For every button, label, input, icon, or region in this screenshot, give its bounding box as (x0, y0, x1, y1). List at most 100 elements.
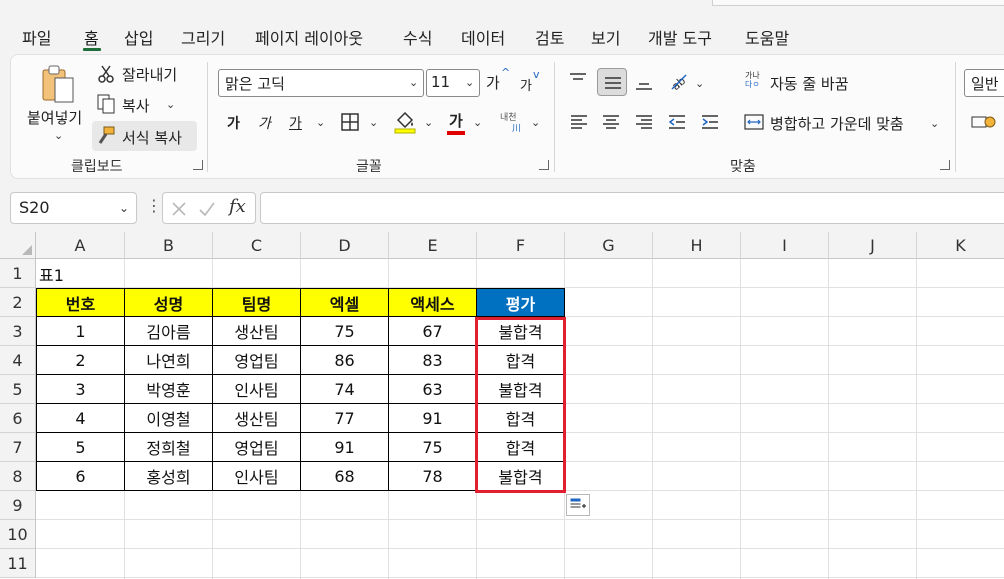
merge-dropdown-chevron-icon[interactable]: ⌄ (930, 117, 939, 130)
column-header-b[interactable]: B (125, 232, 213, 259)
tab-review[interactable]: 검토 (535, 25, 564, 49)
borders-icon[interactable] (340, 112, 360, 132)
table-cell[interactable]: 5 (36, 433, 125, 462)
row-header-4[interactable]: 4 (0, 346, 36, 375)
table-cell[interactable]: 불합격 (477, 462, 565, 491)
quick-analysis-button[interactable] (566, 494, 590, 516)
table-header-cell[interactable]: 엑셀 (301, 288, 389, 317)
tab-draw[interactable]: 그리기 (181, 25, 225, 49)
select-all-corner[interactable] (0, 232, 36, 259)
table-cell[interactable]: 6 (36, 462, 125, 491)
name-box[interactable]: S20 ⌄ (10, 192, 137, 224)
orientation-icon[interactable]: ab (667, 70, 689, 92)
row-header-6[interactable]: 6 (0, 404, 36, 433)
copy-button[interactable]: 복사 (122, 95, 150, 116)
table-cell[interactable]: 77 (301, 404, 389, 433)
row-header-2[interactable]: 2 (0, 288, 36, 317)
column-header-d[interactable]: D (301, 232, 389, 259)
row-header-5[interactable]: 5 (0, 375, 36, 404)
table-cell[interactable]: 75 (301, 317, 389, 346)
column-header-e[interactable]: E (389, 232, 477, 259)
clipboard-launcher-icon[interactable] (193, 160, 203, 170)
font-color-button[interactable]: 가 (449, 110, 463, 131)
table-cell[interactable]: 83 (389, 346, 477, 375)
table-cell[interactable]: 나연희 (125, 346, 213, 375)
insert-function-button[interactable]: fx (229, 196, 246, 217)
bold-button[interactable]: 가 (227, 113, 240, 133)
tab-developer[interactable]: 개발 도구 (648, 25, 712, 49)
table-cell[interactable]: 4 (36, 404, 125, 433)
phonetic-dropdown-chevron-icon[interactable]: ⌄ (531, 116, 540, 129)
table-cell[interactable]: 86 (301, 346, 389, 375)
borders-dropdown-chevron-icon[interactable]: ⌄ (369, 116, 378, 129)
underline-dropdown-chevron-icon[interactable]: ⌄ (316, 116, 325, 129)
column-header-g[interactable]: G (565, 232, 653, 259)
column-header-f[interactable]: F (477, 232, 565, 259)
table-cell[interactable]: 이영철 (125, 404, 213, 433)
font-color-dropdown-chevron-icon[interactable]: ⌄ (473, 116, 482, 129)
table-cell[interactable]: 영업팀 (213, 433, 301, 462)
column-header-i[interactable]: I (741, 232, 829, 259)
increase-font-size-button[interactable]: 가 (486, 72, 500, 93)
tab-help[interactable]: 도움말 (745, 25, 789, 49)
chevron-down-icon[interactable]: ⌄ (119, 201, 129, 215)
tab-formulas[interactable]: 수식 (403, 25, 432, 49)
increase-indent-icon[interactable] (700, 113, 720, 131)
row-header-9[interactable]: 9 (0, 491, 36, 520)
copy-dropdown-chevron-icon[interactable]: ⌄ (166, 98, 175, 111)
table-cell[interactable]: 인사팀 (213, 375, 301, 404)
align-top-icon[interactable] (568, 71, 588, 89)
table-cell[interactable]: 합격 (477, 404, 565, 433)
tab-home[interactable]: 홈 (84, 25, 99, 49)
column-header-h[interactable]: H (653, 232, 741, 259)
font-launcher-icon[interactable] (539, 160, 549, 170)
tab-insert[interactable]: 삽입 (124, 25, 153, 49)
sheet-title-cell[interactable]: 표1 (36, 259, 136, 288)
row-header-1[interactable]: 1 (0, 259, 36, 288)
table-header-cell[interactable]: 액세스 (389, 288, 477, 317)
tab-data[interactable]: 데이터 (461, 25, 505, 49)
table-header-cell[interactable]: 번호 (36, 288, 125, 317)
table-cell[interactable]: 홍성희 (125, 462, 213, 491)
number-format-combo[interactable]: 일반 (964, 69, 1004, 97)
table-cell[interactable]: 박영훈 (125, 375, 213, 404)
table-cell[interactable]: 3 (36, 375, 125, 404)
orientation-dropdown-chevron-icon[interactable]: ⌄ (695, 77, 704, 90)
row-header-7[interactable]: 7 (0, 433, 36, 462)
accounting-format-icon[interactable] (970, 113, 998, 131)
table-cell[interactable]: 1 (36, 317, 125, 346)
column-header-j[interactable]: J (829, 232, 917, 259)
table-cell[interactable]: 합격 (477, 346, 565, 375)
fill-color-icon[interactable] (394, 110, 416, 134)
decrease-font-size-button[interactable]: 가 (520, 75, 532, 94)
table-cell[interactable]: 2 (36, 346, 125, 375)
align-middle-button[interactable] (597, 68, 627, 96)
align-center-icon[interactable] (601, 113, 621, 131)
table-cell[interactable]: 영업팀 (213, 346, 301, 375)
table-cell[interactable]: 67 (389, 317, 477, 346)
more-options-icon[interactable]: ⋮ (146, 196, 162, 215)
column-header-c[interactable]: C (213, 232, 301, 259)
paste-dropdown-chevron-icon[interactable]: ⌄ (54, 129, 63, 142)
merge-center-button[interactable]: 병합하고 가운데 맞춤 (770, 113, 904, 134)
table-cell[interactable]: 김아름 (125, 317, 213, 346)
cut-button[interactable]: 잘라내기 (122, 64, 177, 85)
italic-button[interactable]: 가 (258, 113, 271, 133)
paste-icon[interactable] (38, 64, 78, 104)
paste-button[interactable]: 붙여넣기 (27, 107, 82, 128)
table-cell[interactable]: 91 (301, 433, 389, 462)
row-header-11[interactable]: 11 (0, 549, 36, 578)
cancel-icon[interactable] (171, 201, 187, 217)
table-cell[interactable]: 91 (389, 404, 477, 433)
table-cell[interactable]: 정희철 (125, 433, 213, 462)
table-cell[interactable]: 불합격 (477, 317, 565, 346)
table-cell[interactable]: 68 (301, 462, 389, 491)
table-header-cell[interactable]: 평가 (477, 288, 565, 317)
table-cell[interactable]: 불합격 (477, 375, 565, 404)
table-cell[interactable]: 74 (301, 375, 389, 404)
align-bottom-icon[interactable] (634, 74, 654, 92)
underline-button[interactable]: 가 (289, 113, 302, 133)
table-header-cell[interactable]: 성명 (125, 288, 213, 317)
font-size-combo[interactable]: 11 ⌄ (426, 69, 480, 97)
table-cell[interactable]: 75 (389, 433, 477, 462)
